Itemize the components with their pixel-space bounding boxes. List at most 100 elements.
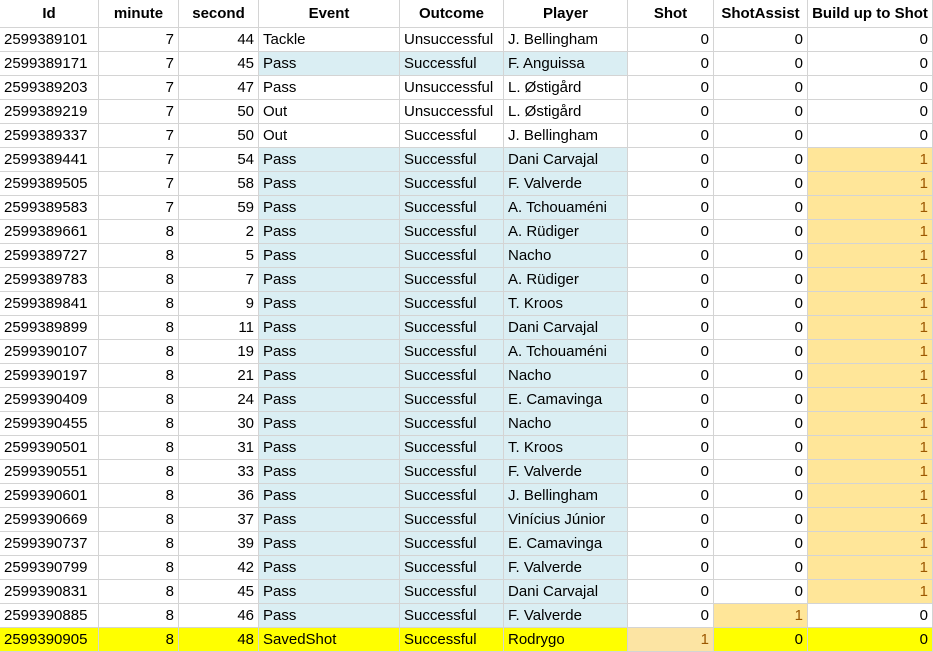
cell-shot[interactable]: 0 <box>628 196 714 220</box>
cell-shotassist[interactable]: 0 <box>714 148 808 172</box>
cell-minute[interactable]: 8 <box>99 412 179 436</box>
cell-event[interactable]: Pass <box>259 316 400 340</box>
cell-second[interactable]: 47 <box>179 76 259 100</box>
cell-id[interactable]: 2599389783 <box>0 268 99 292</box>
cell-minute[interactable]: 8 <box>99 340 179 364</box>
cell-outcome[interactable]: Successful <box>400 532 504 556</box>
cell-minute[interactable]: 8 <box>99 268 179 292</box>
cell-player[interactable]: F. Valverde <box>504 604 628 628</box>
cell-player[interactable]: A. Tchouaméni <box>504 340 628 364</box>
cell-shot[interactable]: 0 <box>628 412 714 436</box>
cell-build-up-to-shot[interactable]: 1 <box>808 220 933 244</box>
cell-shotassist[interactable]: 0 <box>714 28 808 52</box>
cell-shot[interactable]: 0 <box>628 28 714 52</box>
header-player[interactable]: Player <box>504 0 628 28</box>
cell-shotassist[interactable]: 0 <box>714 508 808 532</box>
cell-id[interactable]: 2599390905 <box>0 628 99 652</box>
cell-shot[interactable]: 0 <box>628 244 714 268</box>
cell-player[interactable]: E. Camavinga <box>504 532 628 556</box>
cell-second[interactable]: 39 <box>179 532 259 556</box>
cell-id[interactable]: 2599390885 <box>0 604 99 628</box>
cell-shot[interactable]: 0 <box>628 580 714 604</box>
cell-player[interactable]: Nacho <box>504 412 628 436</box>
cell-minute[interactable]: 8 <box>99 484 179 508</box>
cell-outcome[interactable]: Successful <box>400 124 504 148</box>
cell-minute[interactable]: 7 <box>99 172 179 196</box>
cell-outcome[interactable]: Successful <box>400 196 504 220</box>
cell-outcome[interactable]: Successful <box>400 412 504 436</box>
cell-minute[interactable]: 7 <box>99 100 179 124</box>
cell-event[interactable]: Pass <box>259 220 400 244</box>
cell-build-up-to-shot[interactable]: 1 <box>808 580 933 604</box>
cell-second[interactable]: 33 <box>179 460 259 484</box>
cell-id[interactable]: 2599390601 <box>0 484 99 508</box>
cell-outcome[interactable]: Successful <box>400 148 504 172</box>
cell-build-up-to-shot[interactable]: 0 <box>808 628 933 652</box>
cell-minute[interactable]: 8 <box>99 220 179 244</box>
cell-second[interactable]: 2 <box>179 220 259 244</box>
cell-shotassist[interactable]: 0 <box>714 244 808 268</box>
cell-minute[interactable]: 8 <box>99 460 179 484</box>
cell-minute[interactable]: 7 <box>99 52 179 76</box>
cell-player[interactable]: L. Østigård <box>504 76 628 100</box>
cell-build-up-to-shot[interactable]: 1 <box>808 436 933 460</box>
cell-player[interactable]: Vinícius Júnior <box>504 508 628 532</box>
cell-shotassist[interactable]: 0 <box>714 292 808 316</box>
cell-minute[interactable]: 8 <box>99 508 179 532</box>
cell-player[interactable]: Dani Carvajal <box>504 148 628 172</box>
cell-id[interactable]: 2599390669 <box>0 508 99 532</box>
cell-shotassist[interactable]: 1 <box>714 604 808 628</box>
cell-player[interactable]: J. Bellingham <box>504 484 628 508</box>
cell-shotassist[interactable]: 0 <box>714 364 808 388</box>
cell-shot[interactable]: 0 <box>628 556 714 580</box>
cell-minute[interactable]: 8 <box>99 556 179 580</box>
cell-id[interactable]: 2599390107 <box>0 340 99 364</box>
cell-second[interactable]: 58 <box>179 172 259 196</box>
cell-second[interactable]: 5 <box>179 244 259 268</box>
cell-minute[interactable]: 7 <box>99 124 179 148</box>
cell-event[interactable]: Pass <box>259 436 400 460</box>
cell-event[interactable]: Pass <box>259 508 400 532</box>
cell-shot[interactable]: 0 <box>628 532 714 556</box>
cell-event[interactable]: Pass <box>259 148 400 172</box>
cell-player[interactable]: J. Bellingham <box>504 124 628 148</box>
cell-id[interactable]: 2599390551 <box>0 460 99 484</box>
cell-outcome[interactable]: Successful <box>400 340 504 364</box>
cell-shotassist[interactable]: 0 <box>714 220 808 244</box>
cell-second[interactable]: 24 <box>179 388 259 412</box>
cell-player[interactable]: Dani Carvajal <box>504 316 628 340</box>
cell-player[interactable]: Nacho <box>504 364 628 388</box>
cell-build-up-to-shot[interactable]: 0 <box>808 28 933 52</box>
cell-shotassist[interactable]: 0 <box>714 556 808 580</box>
cell-id[interactable]: 2599390197 <box>0 364 99 388</box>
cell-id[interactable]: 2599389101 <box>0 28 99 52</box>
cell-outcome[interactable]: Successful <box>400 556 504 580</box>
cell-second[interactable]: 9 <box>179 292 259 316</box>
cell-shotassist[interactable]: 0 <box>714 124 808 148</box>
cell-minute[interactable]: 7 <box>99 76 179 100</box>
cell-id[interactable]: 2599389219 <box>0 100 99 124</box>
cell-event[interactable]: SavedShot <box>259 628 400 652</box>
cell-event[interactable]: Pass <box>259 76 400 100</box>
cell-outcome[interactable]: Successful <box>400 268 504 292</box>
cell-event[interactable]: Pass <box>259 388 400 412</box>
cell-id[interactable]: 2599389661 <box>0 220 99 244</box>
cell-event[interactable]: Pass <box>259 532 400 556</box>
cell-minute[interactable]: 7 <box>99 196 179 220</box>
cell-build-up-to-shot[interactable]: 1 <box>808 244 933 268</box>
cell-shotassist[interactable]: 0 <box>714 388 808 412</box>
cell-second[interactable]: 31 <box>179 436 259 460</box>
cell-build-up-to-shot[interactable]: 1 <box>808 388 933 412</box>
cell-build-up-to-shot[interactable]: 0 <box>808 604 933 628</box>
cell-outcome[interactable]: Successful <box>400 316 504 340</box>
cell-outcome[interactable]: Successful <box>400 604 504 628</box>
cell-player[interactable]: Nacho <box>504 244 628 268</box>
cell-id[interactable]: 2599389337 <box>0 124 99 148</box>
cell-id[interactable]: 2599389899 <box>0 316 99 340</box>
cell-player[interactable]: Rodrygo <box>504 628 628 652</box>
cell-build-up-to-shot[interactable]: 1 <box>808 484 933 508</box>
cell-shot[interactable]: 0 <box>628 220 714 244</box>
cell-outcome[interactable]: Successful <box>400 364 504 388</box>
cell-player[interactable]: F. Anguissa <box>504 52 628 76</box>
cell-shot[interactable]: 0 <box>628 172 714 196</box>
